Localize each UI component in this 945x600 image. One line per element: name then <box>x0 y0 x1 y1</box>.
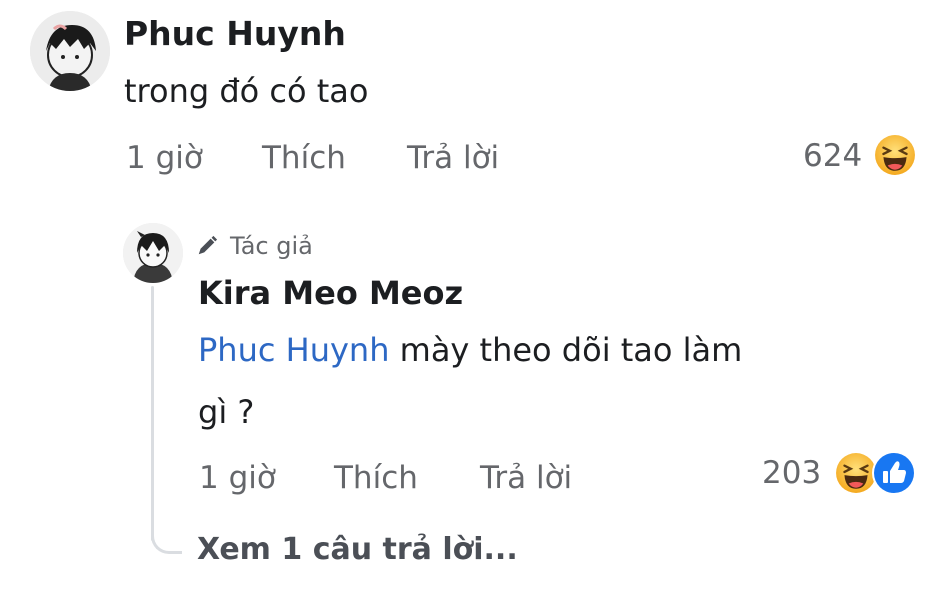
thread-connector-line <box>151 286 154 541</box>
comment-reply-button[interactable]: Trả lời <box>407 140 499 176</box>
commenter-avatar[interactable] <box>30 11 110 91</box>
pencil-icon <box>198 235 218 255</box>
comment-reaction-count[interactable]: 624 <box>803 138 862 174</box>
author-badge-label: Tác giả <box>230 232 313 260</box>
reply-text-content: mày theo dõi tao làm <box>389 331 743 369</box>
reply-reaction-count[interactable]: 203 <box>762 455 821 491</box>
comment-timestamp[interactable]: 1 giờ <box>126 140 203 176</box>
haha-emoji-icon[interactable] <box>874 134 916 176</box>
reply-text-line-1: Phuc Huynh mày theo dõi tao làm <box>198 331 742 369</box>
like-emoji-icon[interactable] <box>872 451 916 495</box>
reply-author-avatar[interactable] <box>123 223 183 283</box>
avatar-image <box>123 223 183 283</box>
mention-link[interactable]: Phuc Huynh <box>198 331 389 369</box>
avatar-image <box>30 11 110 91</box>
haha-emoji-icon[interactable] <box>835 452 877 494</box>
reply-author-name[interactable]: Kira Meo Meoz <box>198 274 463 312</box>
comment-thread: Phuc Huynh trong đó có tao 1 giờ Thích T… <box>0 0 945 600</box>
reply-reply-button[interactable]: Trả lời <box>480 460 572 496</box>
comment-author-name[interactable]: Phuc Huynh <box>124 14 346 53</box>
comment-like-button[interactable]: Thích <box>262 140 346 176</box>
comment-text: trong đó có tao <box>124 72 369 110</box>
author-badge: Tác giả <box>196 232 313 260</box>
reply-like-button[interactable]: Thích <box>334 460 418 496</box>
thread-connector-curve <box>151 525 182 554</box>
reply-text-line-2: gì ? <box>198 393 255 431</box>
reply-timestamp[interactable]: 1 giờ <box>199 460 276 496</box>
view-more-replies-link[interactable]: Xem 1 câu trả lời... <box>197 532 518 567</box>
